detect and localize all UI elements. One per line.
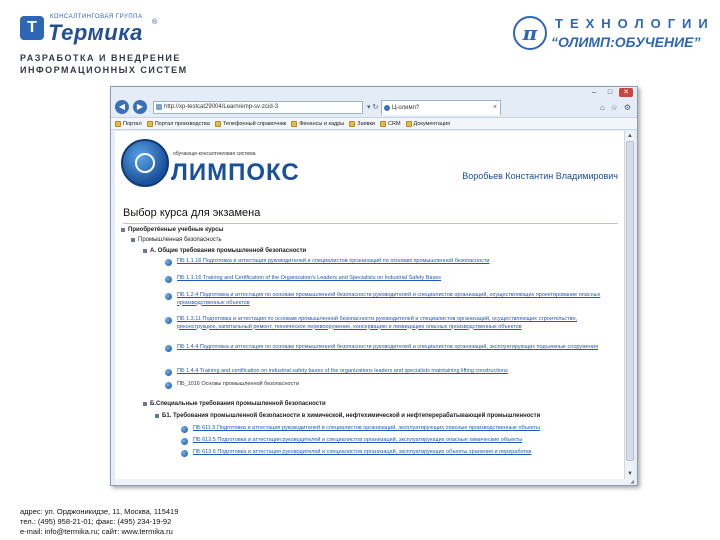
termika-mark-icon: Т: [20, 16, 44, 40]
partner-subtitle: “ОЛИМП:ОБУЧЕНИЕ”: [551, 34, 701, 50]
bookmarks-bar: Портал Портал производства Телефонный сп…: [111, 117, 637, 130]
tab-title: Ц-олимп?: [392, 105, 420, 111]
bookmark-item[interactable]: Финансы и кадры: [291, 120, 344, 127]
course-item[interactable]: ПБ 1.1.16 Подготовка и аттестация руково…: [165, 258, 618, 266]
home-icon[interactable]: ⌂: [600, 103, 605, 112]
browser-titlebar: – □ ✕: [111, 87, 637, 99]
bookmark-item[interactable]: Документация: [405, 120, 450, 127]
page-icon: [156, 104, 162, 110]
course-icon: [165, 276, 172, 283]
course-icon: [165, 259, 172, 266]
bookmark-item[interactable]: Заявки: [349, 120, 375, 127]
scroll-down-icon[interactable]: ▼: [626, 470, 634, 478]
course-item[interactable]: ПБ 613.6 Подготовка и аттестация руковод…: [181, 449, 618, 457]
course-item[interactable]: ПБ 1.4.4 Training and certification on i…: [165, 368, 618, 376]
partner-title: ТЕХНОЛОГИИ: [555, 16, 715, 31]
course-icon: [181, 450, 188, 457]
company-name: Термика: [48, 20, 143, 45]
tree-node-section-b[interactable]: Б.Специальные требования промышленной бе…: [143, 401, 326, 407]
status-bar: ◢: [115, 479, 634, 485]
settings-gear-icon[interactable]: ⚙: [624, 103, 631, 112]
collapse-icon: [143, 402, 147, 406]
contacts-block: адрес: ул. Орджоникидзе, 11, Москва, 115…: [20, 507, 178, 537]
presentation-slide: Т КОНСАЛТИНГОВАЯ ГРУППА Термика ® РАЗРАБ…: [0, 0, 720, 540]
course-icon: [165, 293, 172, 300]
back-button[interactable]: ◀: [115, 100, 129, 114]
bookmark-folder-icon: [146, 120, 153, 127]
course-item[interactable]: ПБ 1.2.4 Подготовка и аттестация по осно…: [165, 292, 618, 307]
address-url: http://xp-testcat29004/Learn/emp-sv-zcid…: [164, 104, 279, 110]
current-user[interactable]: Воробьев Константин Владимирович: [462, 171, 618, 181]
course-item[interactable]: ПБ 611.5 Подготовка и аттестация руковод…: [181, 425, 618, 433]
tree-node-section-a[interactable]: А. Общие требования промышленной безопас…: [143, 248, 306, 254]
course-item[interactable]: ПБ 1.3.11 Подготовка и аттестация по осн…: [165, 316, 618, 331]
bookmark-folder-icon: [349, 120, 356, 127]
course-icon: [165, 317, 172, 324]
collapse-icon: [143, 249, 147, 253]
tree-node-root[interactable]: Приобретённые учебные курсы: [121, 227, 224, 233]
maximize-button[interactable]: □: [603, 88, 617, 97]
browser-window: – □ ✕ ◀ ▶ http://xp-testcat29004/Learn/e…: [110, 86, 638, 486]
contact-email: e-mail: info@termika.ru; сайт: www.termi…: [20, 527, 173, 536]
bookmark-folder-icon: [380, 120, 387, 127]
collapse-icon: [131, 238, 135, 242]
course-item[interactable]: ПБ_1016 Основы промышленной безопасности: [165, 381, 618, 389]
tab-favicon-icon: [384, 105, 390, 111]
page-title: Выбор курса для экзамена: [123, 207, 261, 219]
registered-mark: ®: [152, 19, 158, 26]
bookmark-item[interactable]: Портал: [115, 120, 142, 127]
favorites-icon[interactable]: ☆: [611, 103, 618, 112]
tree-node-section-b1[interactable]: Б1. Требования промышленной безопасности…: [155, 413, 540, 419]
lms-logo-icon: [121, 139, 169, 187]
contact-address: адрес: ул. Орджоникидзе, 11, Москва, 115…: [20, 507, 179, 516]
resize-grip-icon[interactable]: ◢: [630, 479, 634, 485]
close-window-button[interactable]: ✕: [619, 88, 633, 97]
course-item[interactable]: ПБ 1.4.4 Подготовка и аттестация по осно…: [165, 344, 618, 352]
bookmark-folder-icon: [115, 120, 121, 127]
course-icon: [165, 369, 172, 376]
course-item[interactable]: ПБ 1.1.16 Training and Certification of …: [165, 275, 618, 283]
scroll-up-icon[interactable]: ▲: [626, 132, 634, 140]
bookmark-item[interactable]: Портал производства: [146, 120, 210, 127]
olimp-logo: π ТЕХНОЛОГИИ “ОЛИМП:ОБУЧЕНИЕ”: [513, 14, 708, 58]
course-icon: [181, 426, 188, 433]
course-icon: [165, 382, 172, 389]
lms-name: ЛИМПОКС: [171, 159, 300, 186]
bookmark-folder-icon: [214, 120, 221, 127]
bookmark-item[interactable]: CRM: [380, 120, 401, 127]
course-icon: [165, 345, 172, 352]
tree-node-industrial-safety[interactable]: Промышленная безопасность: [131, 237, 222, 243]
bookmark-item[interactable]: Телефонный справочник: [214, 120, 286, 127]
collapse-icon: [155, 414, 159, 418]
termika-logo: Т КОНСАЛТИНГОВАЯ ГРУППА Термика ®: [20, 14, 160, 48]
tab-close-icon[interactable]: ×: [493, 101, 497, 115]
minimize-button[interactable]: –: [587, 88, 601, 97]
scroll-thumb[interactable]: [626, 141, 634, 461]
bookmark-folder-icon: [291, 120, 298, 127]
forward-button[interactable]: ▶: [133, 100, 147, 114]
company-tagline: РАЗРАБОТКА И ВНЕДРЕНИЕ ИНФОРМАЦИОННЫХ СИ…: [20, 53, 188, 75]
course-icon: [181, 438, 188, 445]
browser-tab[interactable]: Ц-олимп? ×: [381, 100, 501, 115]
page-content: обучающе-консалтинговая система ЛИМПОКС …: [115, 131, 624, 479]
course-item[interactable]: ПБ 612.5 Подготовка и аттестация руковод…: [181, 437, 618, 445]
contact-phone: тел.: (495) 958-21-01; факс: (495) 234-1…: [20, 517, 172, 526]
browser-navbar: ◀ ▶ http://xp-testcat29004/Learn/emp-sv-…: [111, 99, 637, 117]
pi-emblem-icon: π: [513, 16, 547, 50]
lms-subtitle: обучающе-консалтинговая система: [173, 151, 256, 157]
bookmark-folder-icon: [405, 120, 412, 127]
address-bar[interactable]: http://xp-testcat29004/Learn/emp-sv-zcid…: [153, 101, 363, 114]
collapse-icon: [121, 228, 125, 232]
vertical-scrollbar[interactable]: ▲ ▼: [624, 131, 634, 479]
divider: [123, 223, 618, 224]
